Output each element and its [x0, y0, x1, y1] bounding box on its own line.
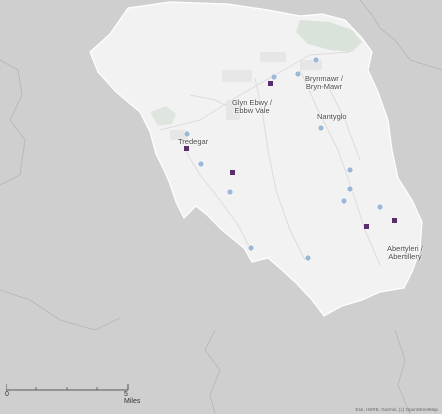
- map-attribution: Esri, HERE, Garmin, (c) OpenStreetMap: [355, 407, 438, 412]
- map-marker-circle[interactable]: [340, 197, 348, 205]
- scale-label-miles: 5 Miles: [124, 391, 141, 405]
- map-marker-square[interactable]: [268, 81, 273, 86]
- map-marker-square[interactable]: [364, 224, 369, 229]
- map-marker-circle[interactable]: [304, 254, 312, 262]
- map-marker-circle[interactable]: [197, 160, 205, 168]
- scale-label-zero: 0: [5, 391, 9, 398]
- place-label-brynmawr: Brynmawr / Bryn-Mawr: [305, 74, 343, 91]
- map-marker-circle[interactable]: [376, 203, 384, 211]
- map-canvas[interactable]: [0, 0, 442, 414]
- map-marker-square[interactable]: [184, 146, 189, 151]
- scale-bar: 0 5 Miles: [5, 378, 146, 408]
- place-label-nantyglo: Nantyglo: [317, 112, 347, 121]
- region-shape: [89, 1, 423, 317]
- place-label-abertyleri: Abertyleri / Abertillery: [387, 244, 423, 261]
- map-marker-square[interactable]: [230, 170, 235, 175]
- map-marker-square[interactable]: [392, 218, 397, 223]
- map-marker-circle[interactable]: [294, 70, 302, 78]
- place-label-glyn-ebwy: Glyn Ebwy / Ebbw Vale: [232, 98, 273, 115]
- map-marker-circle[interactable]: [317, 124, 325, 132]
- place-label-tredegar: Tredegar: [178, 137, 209, 146]
- map-marker-circle[interactable]: [312, 56, 320, 64]
- map-marker-circle[interactable]: [270, 73, 278, 81]
- map-marker-circle[interactable]: [346, 166, 354, 174]
- map-marker-circle[interactable]: [226, 188, 234, 196]
- map-marker-circle[interactable]: [247, 244, 255, 252]
- map-marker-circle[interactable]: [346, 185, 354, 193]
